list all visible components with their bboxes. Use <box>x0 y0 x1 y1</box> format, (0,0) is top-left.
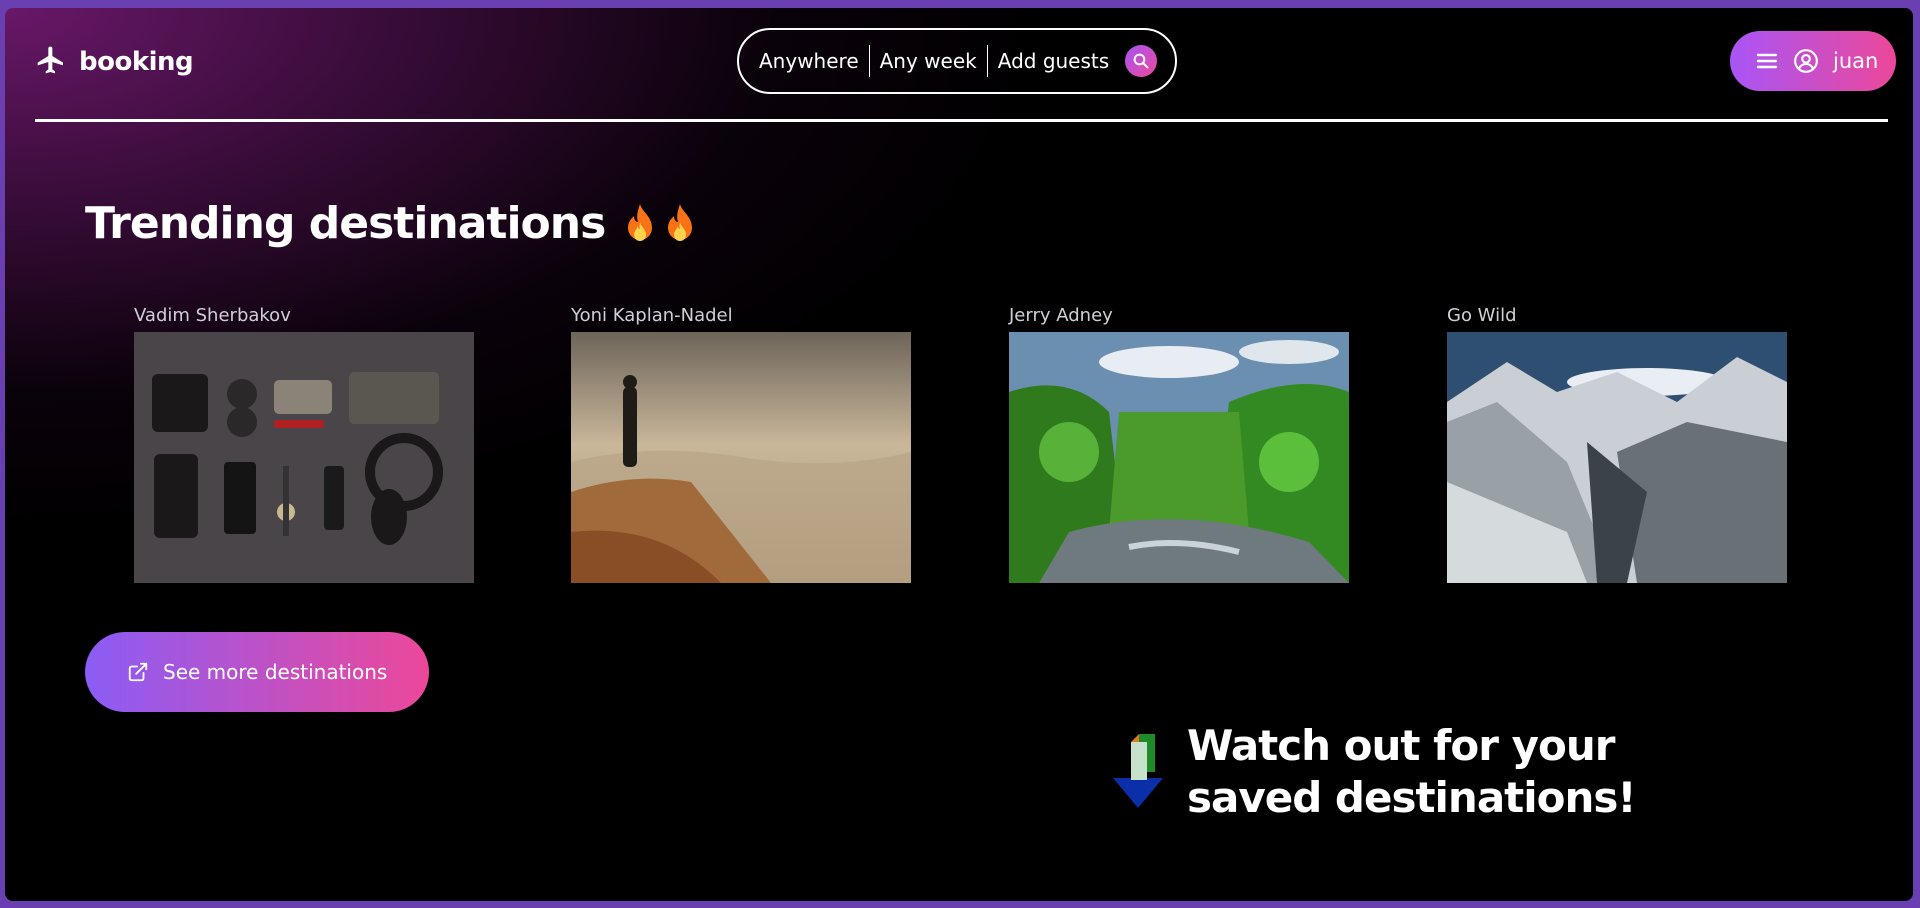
search-button[interactable] <box>1125 45 1158 77</box>
destination-card-label: Yoni Kaplan-Nadel <box>571 305 733 326</box>
fire-icon <box>628 203 653 241</box>
external-link-icon <box>128 662 148 682</box>
user-name: juan <box>1833 49 1879 73</box>
airplane-icon <box>35 44 67 80</box>
destination-card[interactable]: Jerry Adney <box>1009 305 1349 583</box>
header-divider <box>35 119 1888 122</box>
search-location[interactable]: Anywhere <box>759 49 869 73</box>
fire-icons <box>621 202 699 246</box>
fire-icon <box>668 203 693 241</box>
destination-card[interactable]: Yoni Kaplan-Nadel <box>571 305 911 583</box>
destination-card-label: Go Wild <box>1447 305 1517 326</box>
destination-card[interactable]: Vadim Sherbakov <box>134 305 474 583</box>
destination-card[interactable]: Go Wild <box>1447 305 1787 583</box>
search-icon <box>1133 53 1149 69</box>
see-more-destinations-button[interactable]: See more destinations <box>85 632 429 712</box>
destination-card-image[interactable] <box>571 332 911 583</box>
down-arrow-icon <box>1113 734 1163 808</box>
destination-card-label: Jerry Adney <box>1009 305 1113 326</box>
trending-heading: Trending destinations <box>85 198 699 249</box>
trending-title: Trending destinations <box>85 198 606 249</box>
destination-card-image[interactable] <box>134 332 474 583</box>
app-window: booking Anywhere Any week Add guests jua… <box>5 8 1913 901</box>
search-date[interactable]: Any week <box>870 49 987 73</box>
brand-logo[interactable]: booking <box>35 44 194 80</box>
destination-card-label: Vadim Sherbakov <box>134 305 291 326</box>
search-guests[interactable]: Add guests <box>988 49 1119 73</box>
hamburger-icon <box>1756 53 1778 69</box>
saved-destinations-text: Watch out for your saved destinations! <box>1187 721 1637 822</box>
saved-destinations-notice: Watch out for your saved destinations! <box>1105 720 1747 824</box>
search-bar[interactable]: Anywhere Any week Add guests <box>737 28 1177 94</box>
destination-card-image[interactable] <box>1447 332 1787 583</box>
see-more-destinations-label: See more destinations <box>163 660 388 684</box>
destination-card-image[interactable] <box>1009 332 1349 583</box>
brand-name: booking <box>79 47 194 77</box>
user-menu-button[interactable]: juan <box>1730 31 1896 91</box>
user-circle-icon <box>1794 49 1818 73</box>
